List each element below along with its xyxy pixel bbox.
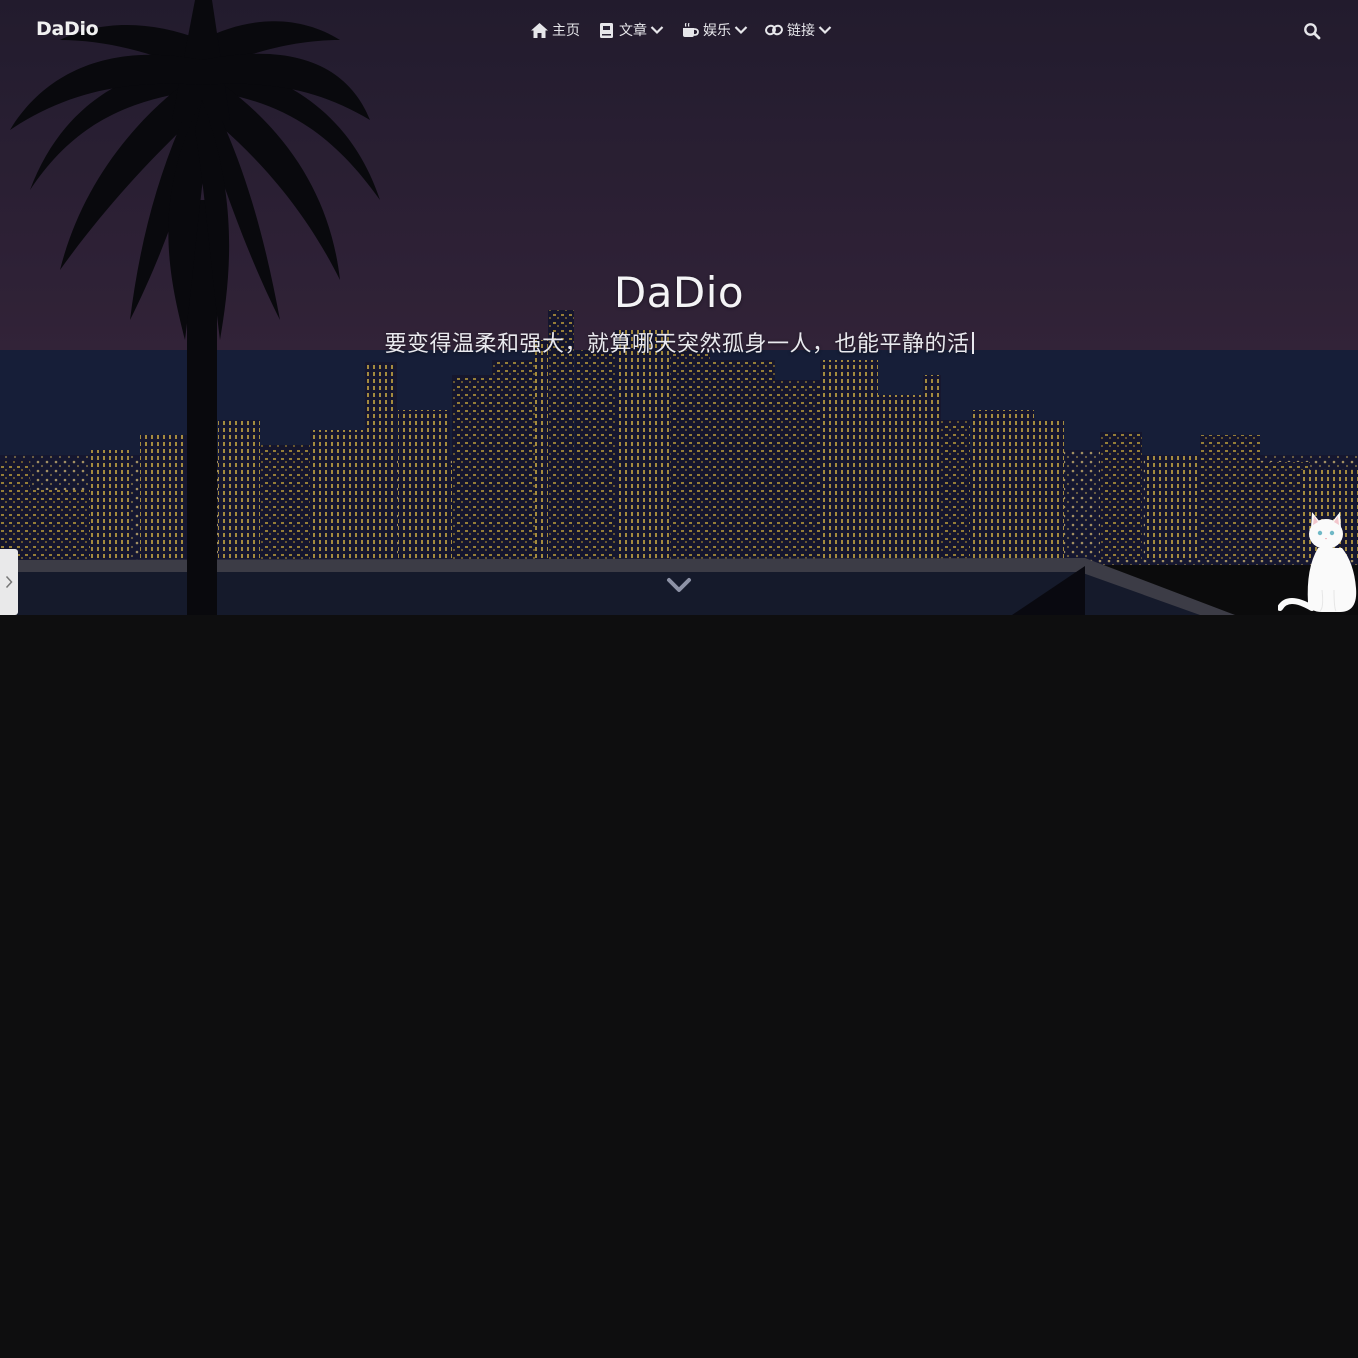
home-icon	[530, 21, 548, 39]
chevron-down-icon	[734, 23, 748, 37]
sidebar-toggle-button[interactable]	[0, 549, 18, 615]
nav-item-links[interactable]: 链接	[765, 20, 832, 40]
link-icon	[765, 21, 783, 39]
nav-item-home-label: 主页	[552, 23, 580, 39]
scroll-down-button[interactable]	[665, 574, 693, 596]
search-icon[interactable]	[1303, 22, 1321, 40]
coffee-icon	[681, 21, 699, 39]
chevron-down-icon	[818, 23, 832, 37]
site-logo[interactable]: DaDio	[36, 18, 99, 40]
typing-cursor	[971, 332, 974, 354]
main-menu: 主页 文章 娱乐 链接	[530, 20, 849, 40]
hero-banner: DaDio 主页 文章 娱乐 链接 DaDio 要变得温柔和强大，就算哪天突然孤…	[0, 0, 1358, 615]
nav-item-links-label: 链接	[787, 23, 815, 39]
nav-item-entertainment[interactable]: 娱乐	[681, 20, 748, 40]
site-subtitle: 要变得温柔和强大，就算哪天突然孤身一人，也能平静的活	[0, 326, 1358, 358]
nav-item-home[interactable]: 主页	[530, 20, 580, 40]
nav-item-articles-label: 文章	[619, 23, 647, 39]
book-icon	[597, 21, 615, 39]
subtitle-text: 要变得温柔和强大，就算哪天突然孤身一人，也能平静的活	[384, 332, 970, 357]
chevron-right-icon	[5, 575, 13, 589]
site-title: DaDio	[613, 268, 745, 317]
cat-mascot[interactable]	[1278, 508, 1358, 615]
chevron-down-icon	[667, 578, 691, 592]
chevron-down-icon	[650, 23, 664, 37]
nav-item-articles[interactable]: 文章	[597, 20, 664, 40]
top-navbar: DaDio 主页 文章 娱乐 链接	[0, 0, 1358, 62]
nav-item-entertainment-label: 娱乐	[703, 23, 731, 39]
